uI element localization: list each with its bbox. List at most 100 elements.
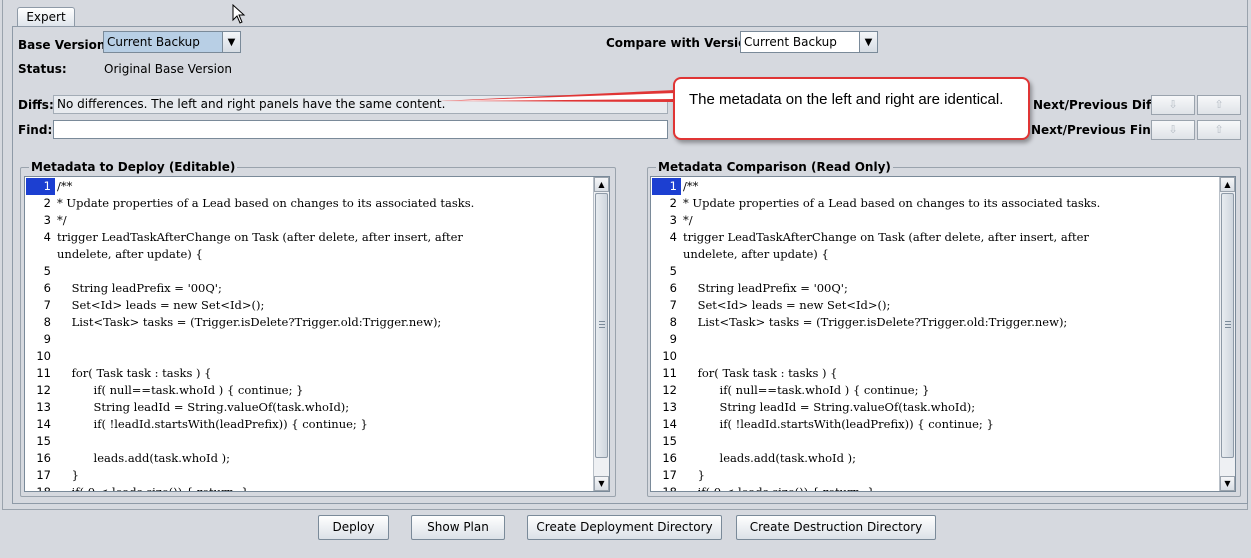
right-scrollbar[interactable]: ▲ ▼ [1219,177,1235,491]
code-text[interactable]: undelete, after update) { [57,246,203,263]
code-line[interactable]: 4 trigger LeadTaskAfterChange on Task (af… [651,229,1219,246]
code-line[interactable]: 10 [25,348,593,365]
code-line[interactable]: 14 if( !leadId.startsWith(leadPrefix)) {… [25,416,593,433]
code-line[interactable]: 6 String leadPrefix = '00Q'; [651,280,1219,297]
compare-version-select[interactable]: Current Backup ▼ [740,31,878,53]
scroll-down-icon[interactable]: ▼ [1220,476,1235,491]
code-text[interactable]: String leadPrefix = '00Q'; [683,280,848,297]
code-line[interactable]: 9 [651,331,1219,348]
scroll-down-icon[interactable]: ▼ [594,476,609,491]
code-line[interactable]: 12 if( null==task.whoId ) { continue; } [651,382,1219,399]
code-text[interactable]: leads.add(task.whoId ); [57,450,230,467]
code-text[interactable]: Set<Id> leads = new Set<Id>(); [683,297,891,314]
code-text[interactable]: /** [57,178,72,195]
code-line[interactable]: 18 if( 0 < leads.size()) { return; } [651,484,1219,491]
code-line[interactable]: 12 if( null==task.whoId ) { continue; } [25,382,593,399]
code-text[interactable]: * Update properties of a Lead based on c… [57,195,474,212]
previous-diff-button[interactable]: ⇧ [1197,95,1241,115]
code-line[interactable]: 11 for( Task task : tasks ) { [25,365,593,382]
code-text[interactable]: } [683,467,705,484]
find-input[interactable] [53,120,668,139]
code-text[interactable]: * Update properties of a Lead based on c… [683,195,1100,212]
left-code-editor[interactable]: 1/** 2 * Update properties of a Lead based… [24,176,610,492]
code-line[interactable]: 15 [651,433,1219,450]
code-line[interactable]: 1/** [25,178,593,195]
code-line[interactable]: 9 [25,331,593,348]
code-text[interactable]: if( null==task.whoId ) { continue; } [57,382,304,399]
code-line[interactable]: 18 if( 0 < leads.size()) { return; } [25,484,593,491]
code-line[interactable]: 13 String leadId = String.valueOf(task.w… [651,399,1219,416]
next-diff-button[interactable]: ⇩ [1151,95,1195,115]
code-line[interactable]: 13 String leadId = String.valueOf(task.w… [25,399,593,416]
scroll-up-icon[interactable]: ▲ [594,177,609,192]
code-text[interactable]: */ [57,212,67,229]
left-scroll-thumb[interactable] [595,193,608,458]
code-text[interactable]: if( !leadId.startsWith(leadPrefix)) { co… [57,416,368,433]
code-line[interactable]: 1/** [651,178,1219,195]
code-line[interactable]: 5 [25,263,593,280]
callout-text: The metadata on the left and right are i… [689,91,1004,108]
code-text[interactable]: if( !leadId.startsWith(leadPrefix)) { co… [683,416,994,433]
code-line[interactable]: 17 } [651,467,1219,484]
scroll-up-icon[interactable]: ▲ [1220,177,1235,192]
right-code-editor[interactable]: 1/** 2 * Update properties of a Lead based… [650,176,1236,492]
code-text[interactable]: if( 0 < leads.size()) { return; } [57,484,249,491]
base-version-select[interactable]: Current Backup ▼ [103,31,241,53]
create-deployment-directory-button[interactable]: Create Deployment Directory [527,515,722,540]
next-find-button[interactable]: ⇩ [1151,120,1195,140]
line-number: 13 [36,400,51,414]
code-line[interactable]: 2 * Update properties of a Lead based on … [25,195,593,212]
code-line[interactable]: 15 [25,433,593,450]
code-line[interactable]: 11 for( Task task : tasks ) { [651,365,1219,382]
previous-find-button[interactable]: ⇧ [1197,120,1241,140]
left-panel-title: Metadata to Deploy (Editable) [29,160,238,174]
chevron-down-icon[interactable]: ▼ [859,32,877,52]
code-text[interactable]: /** [683,178,698,195]
code-line[interactable]: 5 [651,263,1219,280]
code-line[interactable]: 16 leads.add(task.whoId ); [25,450,593,467]
code-line[interactable]: 17 } [25,467,593,484]
code-text[interactable]: } [57,467,79,484]
show-plan-button[interactable]: Show Plan [411,515,505,540]
code-line[interactable]: 7 Set<Id> leads = new Set<Id>(); [651,297,1219,314]
code-line[interactable]: 3 */ [651,212,1219,229]
code-text[interactable]: if( 0 < leads.size()) { return; } [683,484,875,491]
code-line[interactable]: 3 */ [25,212,593,229]
deploy-button[interactable]: Deploy [318,515,389,540]
code-line[interactable]: 2 * Update properties of a Lead based on … [651,195,1219,212]
code-line[interactable]: 16 leads.add(task.whoId ); [651,450,1219,467]
code-text[interactable]: String leadId = String.valueOf(task.whoI… [683,399,976,416]
right-code-area[interactable]: 1/** 2 * Update properties of a Lead based… [651,177,1219,491]
code-text[interactable]: if( null==task.whoId ) { continue; } [683,382,930,399]
code-text[interactable]: trigger LeadTaskAfterChange on Task (aft… [683,229,1089,246]
code-line[interactable]: undelete, after update) { [651,246,1219,263]
code-line[interactable]: 6 String leadPrefix = '00Q'; [25,280,593,297]
code-text[interactable]: trigger LeadTaskAfterChange on Task (aft… [57,229,463,246]
code-line[interactable]: 4 trigger LeadTaskAfterChange on Task (af… [25,229,593,246]
tab-expert[interactable]: Expert [17,7,75,27]
code-text[interactable]: List<Task> tasks = (Trigger.isDelete?Tri… [683,314,1068,331]
chevron-down-icon[interactable]: ▼ [222,32,240,52]
line-number: 7 [43,298,51,312]
code-text[interactable]: */ [683,212,693,229]
right-scroll-thumb[interactable] [1221,193,1234,458]
code-text[interactable]: undelete, after update) { [683,246,829,263]
code-line[interactable]: 8 List<Task> tasks = (Trigger.isDelete?T… [651,314,1219,331]
code-line[interactable]: 10 [651,348,1219,365]
code-text[interactable]: for( Task task : tasks ) { [683,365,838,382]
code-text[interactable]: String leadPrefix = '00Q'; [57,280,222,297]
left-code-area[interactable]: 1/** 2 * Update properties of a Lead based… [25,177,593,491]
create-destruction-directory-button[interactable]: Create Destruction Directory [736,515,936,540]
code-line[interactable]: 8 List<Task> tasks = (Trigger.isDelete?T… [25,314,593,331]
status-value: Original Base Version [104,62,232,76]
left-scrollbar[interactable]: ▲ ▼ [593,177,609,491]
find-label: Find: [18,123,53,137]
code-text[interactable]: Set<Id> leads = new Set<Id>(); [57,297,265,314]
code-text[interactable]: List<Task> tasks = (Trigger.isDelete?Tri… [57,314,442,331]
code-text[interactable]: for( Task task : tasks ) { [57,365,212,382]
code-text[interactable]: leads.add(task.whoId ); [683,450,856,467]
code-line[interactable]: 14 if( !leadId.startsWith(leadPrefix)) {… [651,416,1219,433]
code-line[interactable]: 7 Set<Id> leads = new Set<Id>(); [25,297,593,314]
code-line[interactable]: undelete, after update) { [25,246,593,263]
code-text[interactable]: String leadId = String.valueOf(task.whoI… [57,399,350,416]
